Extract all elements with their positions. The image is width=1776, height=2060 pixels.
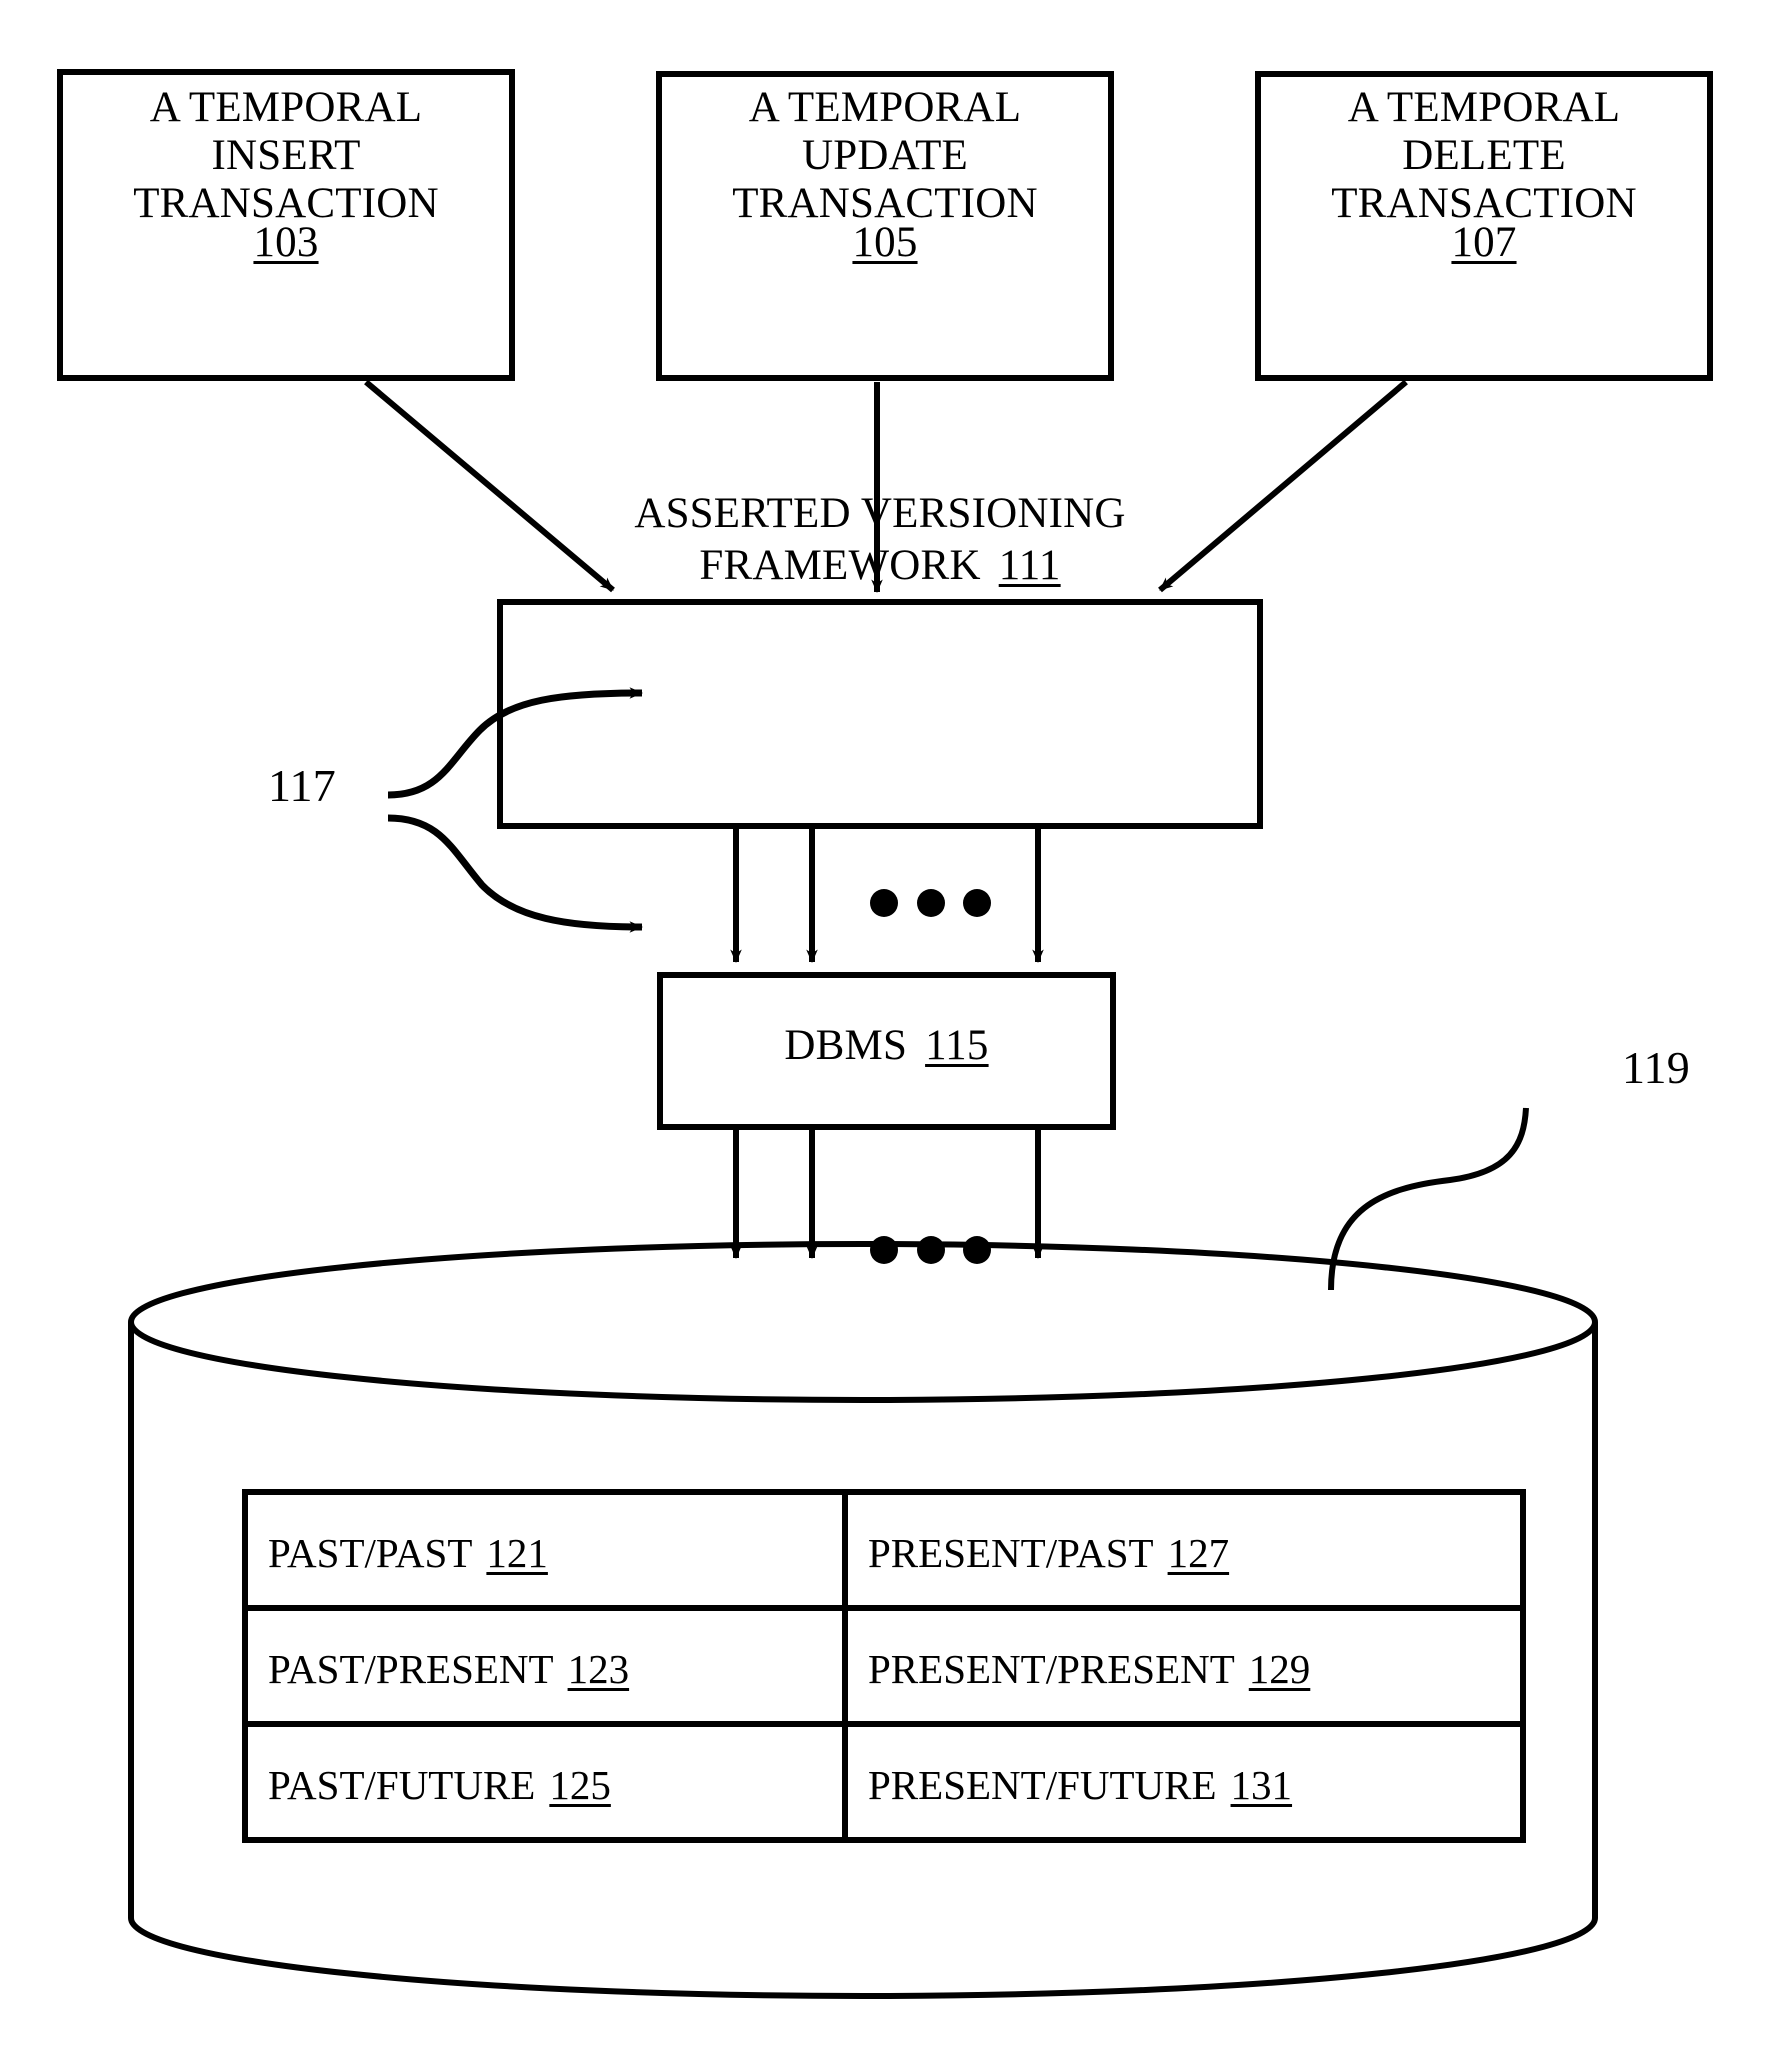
framework-box-line2-label: FRAMEWORK xyxy=(699,542,981,589)
database-cylinder-top xyxy=(128,1241,1598,1403)
dbms-box-label: DBMS xyxy=(784,1022,908,1069)
framework-box-line1: ASSERTED VERSIONING xyxy=(634,490,1126,537)
transaction-box-insert-label: A TEMPORAL INSERT TRANSACTION xyxy=(133,84,439,228)
ref-number-107: 107 xyxy=(1451,219,1517,266)
table-cell-label: PAST/FUTURE xyxy=(268,1762,536,1808)
transaction-box-update-label: A TEMPORAL UPDATE TRANSACTION xyxy=(732,84,1038,228)
leader-117-upper xyxy=(387,687,643,799)
ref-number-125: 125 xyxy=(549,1762,611,1808)
table-cell-present-present: PRESENT/PRESENT 129 xyxy=(868,1645,1310,1693)
lower-ellipsis-dot-3 xyxy=(963,1236,991,1264)
ref-number-123: 123 xyxy=(567,1646,630,1692)
upper-ellipsis-dot-2 xyxy=(917,889,945,917)
ref-number-117: 117 xyxy=(268,760,336,811)
ref-number-111: 111 xyxy=(998,542,1061,589)
framework-box-line2: FRAMEWORK 111 xyxy=(500,542,1260,590)
ref-number-119: 119 xyxy=(1622,1042,1690,1093)
transaction-box-delete-ref: 107 xyxy=(1258,219,1710,267)
transaction-box-insert-ref: 103 xyxy=(60,219,512,267)
ref-number-129: 129 xyxy=(1248,1646,1311,1692)
table-cell-past-past: PAST/PAST 121 xyxy=(268,1529,548,1577)
lower-ellipsis-dot-1 xyxy=(870,1236,898,1264)
upper-ellipsis-dot-3 xyxy=(963,889,991,917)
transaction-box-update-ref: 105 xyxy=(659,219,1111,267)
ref-number-115: 115 xyxy=(925,1022,989,1069)
table-cell-past-future: PAST/FUTURE 125 xyxy=(268,1761,611,1809)
table-cell-past-present: PAST/PRESENT 123 xyxy=(268,1645,629,1693)
table-cell-present-future: PRESENT/FUTURE 131 xyxy=(868,1761,1292,1809)
table-cell-label: PRESENT/PAST xyxy=(868,1530,1154,1576)
transaction-box-delete-label: A TEMPORAL DELETE TRANSACTION xyxy=(1331,84,1637,228)
ref-number-127: 127 xyxy=(1167,1530,1230,1576)
framework-box xyxy=(497,599,1263,829)
lower-ellipsis-dot-2 xyxy=(917,1236,945,1264)
table-cell-label: PAST/PRESENT xyxy=(268,1646,554,1692)
ref-number-105: 105 xyxy=(852,219,918,266)
ref-number-103: 103 xyxy=(253,219,319,266)
ref-number-121: 121 xyxy=(486,1530,548,1576)
dbms-box-text: DBMS 115 xyxy=(660,1022,1113,1070)
patent-figure: A TEMPORAL INSERT TRANSACTION 103 A TEMP… xyxy=(0,0,1776,2060)
upper-ellipsis-dot-1 xyxy=(870,889,898,917)
table-cell-present-past: PRESENT/PAST 127 xyxy=(868,1529,1229,1577)
table-cell-label: PRESENT/PRESENT xyxy=(868,1646,1235,1692)
table-cell-label: PRESENT/FUTURE xyxy=(868,1762,1217,1808)
ref-number-131: 131 xyxy=(1230,1762,1293,1808)
table-cell-label: PAST/PAST xyxy=(268,1530,473,1576)
leader-117-lower xyxy=(387,814,643,933)
